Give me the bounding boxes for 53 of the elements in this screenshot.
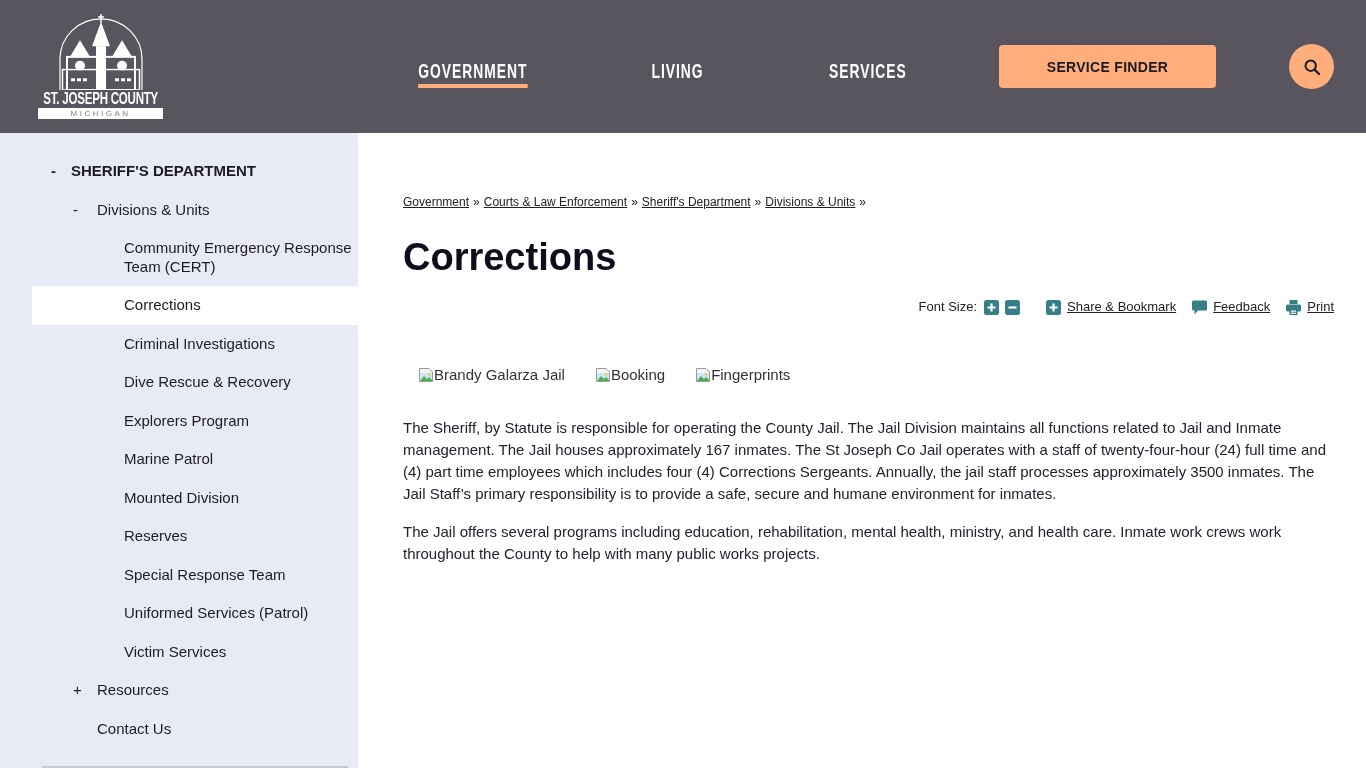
feedback-link[interactable]: Feedback [1213,297,1271,317]
broken-image-icon [695,367,712,383]
logo-title: ST. JOSEPH COUNTY [43,91,158,107]
toggle-sign[interactable]: - [73,200,97,219]
broken-image-icon [594,367,611,383]
share-link[interactable]: Share & Bookmark [1067,297,1177,317]
sidebar-item[interactable]: Corrections [32,286,358,325]
nav-link[interactable]: GOVERNMENT [418,61,528,88]
minus-icon[interactable] [1005,299,1021,315]
toggle-sign[interactable]: + [73,681,97,700]
search-icon [1303,58,1320,75]
sidebar-item[interactable]: Marine Patrol [32,440,358,479]
sidebar-item[interactable]: Community Emergency Response Team (CERT) [32,229,358,286]
breadcrumb-link[interactable]: Divisions & Units [765,194,856,210]
sidebar-item[interactable]: Criminal Investigations [32,324,358,363]
font-size-label: Font Size: [918,298,978,316]
page-title: Corrections [403,235,618,280]
logo-subtitle: MICHIGAN [38,108,163,119]
breadcrumb-link[interactable]: Government [403,194,470,210]
breadcrumb-link[interactable]: Courts & Law Enforcement [483,194,628,210]
print-link[interactable]: Print [1307,297,1334,317]
body-paragraph: The Jail offers several programs including education, rehabilitation, mental health, ministry, and health care. Inmate work crews work throughout the County to help with many public works projects. [403,522,1283,564]
sidebar-item[interactable]: Explorers Program [32,401,358,440]
printer-icon[interactable] [1286,299,1302,315]
sidebar-item[interactable]: Victim Services [32,632,358,671]
breadcrumb-link[interactable]: Sheriff's Department [641,194,751,210]
toggle-sign[interactable]: - [51,162,71,181]
plus-icon[interactable] [1046,299,1062,315]
sidebar-item[interactable]: Reserves [32,517,358,556]
speech-bubble-icon[interactable] [1192,299,1208,315]
sidebar-item[interactable]: + Resources [32,671,358,710]
sidebar-item[interactable]: Dive Rescue & Recovery [32,363,358,402]
breadcrumb-separator: » [754,194,762,210]
breadcrumb-separator: » [631,194,638,210]
plus-icon[interactable] [984,299,1000,315]
image-alt-text: Brandy Galarza Jail [434,366,565,384]
breadcrumb-separator: » [859,194,866,210]
sidebar-item[interactable]: Uniformed Services (Patrol) [32,594,358,633]
sidebar-item[interactable]: Mounted Division [32,478,358,517]
sidebar-item[interactable]: Special Response Team [32,555,358,594]
service-finder-button[interactable]: SERVICE FINDER [999,45,1216,88]
body-paragraph: The Sheriff, by Statute is responsible for operating the County Jail. The Jail Division maintains all functions related to Jail and Inmate management. The Jail houses approximately 167 inmates. The St Joseph Co Jail operates with a staff of twenty-four-hour (24) full time and (4) part time employees which includes four (4) Corrections Sergeants. Annually, the jail staff processes approximately 3500 inmates. The Jail Staff’s primary responsibility is to provide a safe, secure and humane environment for inmates. [403,418,1327,504]
sidebar-item[interactable]: Contact Us [32,709,358,748]
search-button[interactable] [1289,44,1334,89]
image-alt-text: Booking [610,366,666,384]
nav-link[interactable]: SERVICES [829,61,907,88]
sidebar-item[interactable]: - SHERIFF'S DEPARTMENT [32,152,358,191]
courthouse-icon [58,14,143,90]
nav-link[interactable]: LIVING [651,61,705,88]
image-alt-text: Fingerprints [711,366,791,384]
breadcrumb-separator: » [473,194,480,210]
broken-image-icon [418,367,434,383]
sidebar-item[interactable]: - Divisions & Units [32,190,358,229]
